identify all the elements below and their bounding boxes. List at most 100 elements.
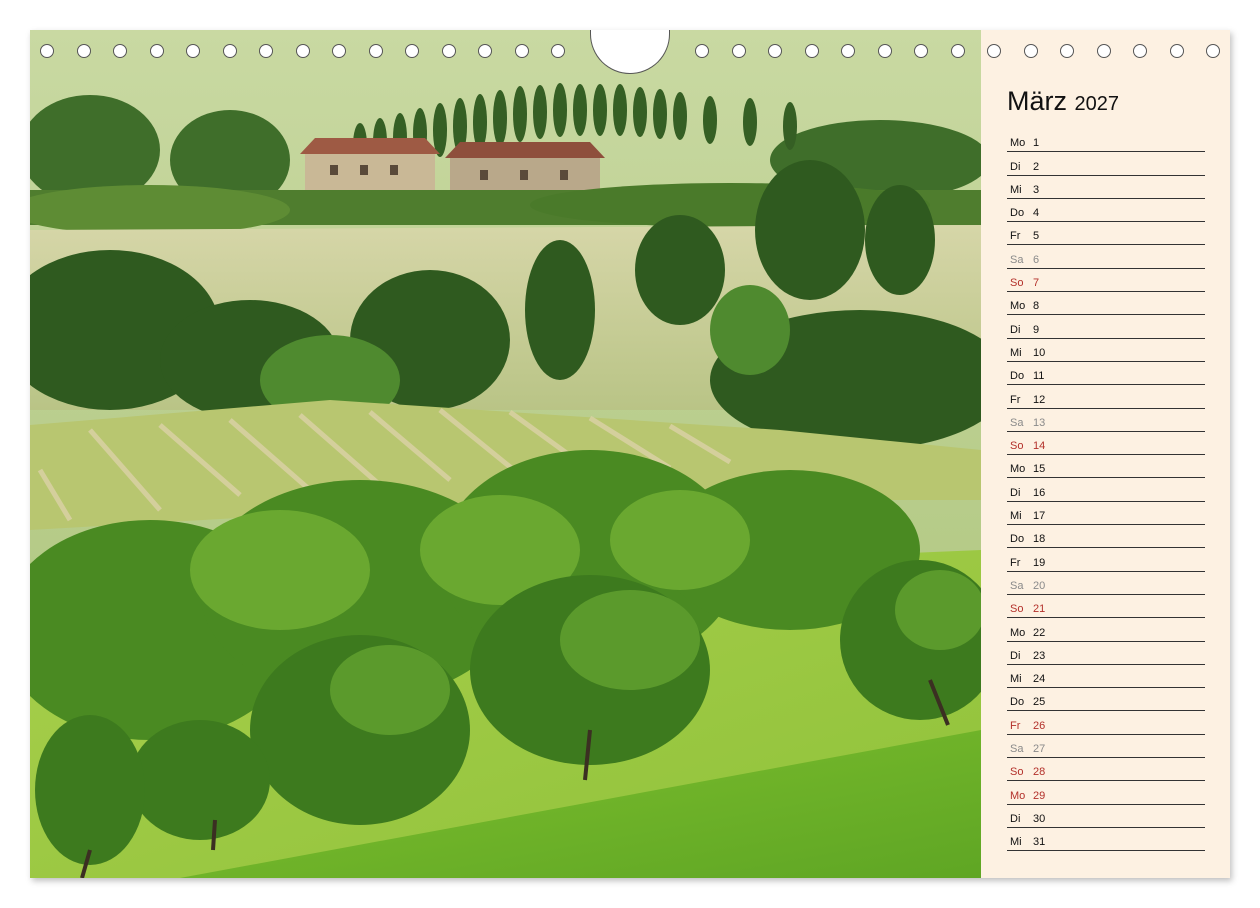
day-row: Di 9 bbox=[1007, 316, 1205, 339]
day-row: Sa 6 bbox=[1007, 246, 1205, 269]
binding-hole bbox=[40, 44, 54, 58]
day-number: 22 bbox=[1033, 626, 1046, 639]
binding-hole bbox=[695, 44, 709, 58]
day-number: 11 bbox=[1033, 370, 1045, 383]
binding-hole bbox=[405, 44, 419, 58]
binding-hole bbox=[113, 44, 127, 58]
binding-hole bbox=[768, 44, 782, 58]
day-number: 3 bbox=[1033, 183, 1040, 196]
weekday-label: Mo bbox=[1010, 300, 1026, 313]
weekday-label: Di bbox=[1010, 649, 1021, 662]
day-row: Di 2 bbox=[1007, 153, 1205, 176]
day-number: 10 bbox=[1033, 346, 1046, 359]
binding-hole bbox=[805, 44, 819, 58]
day-number: 14 bbox=[1033, 440, 1046, 453]
binding-hole bbox=[878, 44, 892, 58]
day-number: 5 bbox=[1033, 230, 1040, 243]
weekday-label: Di bbox=[1010, 160, 1021, 173]
day-number: 20 bbox=[1033, 579, 1046, 592]
day-row: Fr 26 bbox=[1007, 712, 1205, 735]
weekday-label: Di bbox=[1010, 486, 1021, 499]
day-number: 15 bbox=[1033, 463, 1046, 476]
weekday-label: Sa bbox=[1010, 253, 1024, 266]
weekday-label: Mi bbox=[1010, 346, 1022, 359]
day-row: Mo 8 bbox=[1007, 293, 1205, 316]
binding-hole bbox=[1024, 44, 1038, 58]
weekday-label: Fr bbox=[1010, 556, 1021, 569]
day-list: Mo 1 Di 2 Mi 3 Do 4 Fr 5 Sa 6 So 7 Mo 8 Di 9 Mi 10 Do 11 Fr 12 S… bbox=[1007, 130, 1205, 852]
weekday-label: Di bbox=[1010, 323, 1021, 336]
day-number: 16 bbox=[1033, 486, 1046, 499]
weekday-label: Di bbox=[1010, 812, 1021, 825]
day-row: Mo 22 bbox=[1007, 619, 1205, 642]
weekday-label: Do bbox=[1010, 207, 1025, 220]
day-row: Mi 31 bbox=[1007, 829, 1205, 852]
day-number: 12 bbox=[1033, 393, 1046, 406]
calendar-page: März 2027 Mo 1 Di 2 Mi 3 Do 4 Fr 5 Sa 6 So 7 Mo 8 Di 9 Mi 1… bbox=[30, 30, 1230, 878]
weekday-label: Fr bbox=[1010, 230, 1021, 243]
binding-hole bbox=[186, 44, 200, 58]
binding-hole bbox=[296, 44, 310, 58]
day-row: So 21 bbox=[1007, 596, 1205, 619]
weekday-label: Sa bbox=[1010, 416, 1024, 429]
day-number: 8 bbox=[1033, 300, 1040, 313]
day-number: 2 bbox=[1033, 160, 1040, 173]
binding-hole bbox=[914, 44, 928, 58]
binding-hole bbox=[223, 44, 237, 58]
binding-hole bbox=[369, 44, 383, 58]
day-row: So 14 bbox=[1007, 433, 1205, 456]
weekday-label: So bbox=[1010, 440, 1024, 453]
day-number: 17 bbox=[1033, 510, 1046, 523]
day-row: Mo 1 bbox=[1007, 130, 1205, 153]
day-number: 26 bbox=[1033, 719, 1046, 732]
binding-hole bbox=[951, 44, 965, 58]
day-row: So 28 bbox=[1007, 759, 1205, 782]
weekday-label: Mo bbox=[1010, 463, 1026, 476]
binding-hole bbox=[551, 44, 565, 58]
binding-hole bbox=[442, 44, 456, 58]
weekday-label: Mo bbox=[1010, 789, 1026, 802]
day-number: 30 bbox=[1033, 812, 1046, 825]
day-row: Sa 27 bbox=[1007, 736, 1205, 759]
weekday-label: Mi bbox=[1010, 510, 1022, 523]
binding-hole bbox=[1097, 44, 1111, 58]
day-number: 24 bbox=[1033, 673, 1046, 686]
weekday-label: Fr bbox=[1010, 719, 1021, 732]
day-number: 13 bbox=[1033, 416, 1046, 429]
day-row: Di 23 bbox=[1007, 643, 1205, 665]
day-number: 19 bbox=[1033, 556, 1046, 569]
day-number: 9 bbox=[1033, 323, 1040, 336]
weekday-label: Mi bbox=[1010, 673, 1022, 686]
weekday-label: Mi bbox=[1010, 836, 1022, 849]
day-row: Mo 15 bbox=[1007, 456, 1205, 479]
weekday-label: So bbox=[1010, 277, 1024, 290]
weekday-label: Sa bbox=[1010, 579, 1024, 592]
weekday-label: Do bbox=[1010, 370, 1025, 383]
binding-hole bbox=[987, 44, 1001, 58]
month-title: März 2027 bbox=[1007, 86, 1119, 117]
day-number: 27 bbox=[1033, 743, 1046, 756]
day-number: 29 bbox=[1033, 789, 1046, 802]
day-row: Fr 12 bbox=[1007, 386, 1205, 409]
day-row: Sa 20 bbox=[1007, 573, 1205, 595]
binding-hole bbox=[1170, 44, 1184, 58]
day-row: Di 16 bbox=[1007, 479, 1205, 502]
landscape-photo bbox=[30, 30, 981, 878]
binding-hole bbox=[478, 44, 492, 58]
day-number: 25 bbox=[1033, 696, 1046, 709]
weekday-label: Mi bbox=[1010, 183, 1022, 196]
binding-hole bbox=[732, 44, 746, 58]
weekday-label: So bbox=[1010, 766, 1024, 779]
day-row: So 7 bbox=[1007, 270, 1205, 293]
binding-hole bbox=[1206, 44, 1220, 58]
day-row: Mo 29 bbox=[1007, 782, 1205, 805]
day-row: Do 4 bbox=[1007, 200, 1205, 223]
weekday-label: Mo bbox=[1010, 137, 1026, 150]
day-row: Do 11 bbox=[1007, 363, 1205, 386]
day-row: Di 30 bbox=[1007, 806, 1205, 828]
day-number: 31 bbox=[1033, 836, 1046, 849]
day-row: Do 18 bbox=[1007, 526, 1205, 549]
weekday-label: Do bbox=[1010, 696, 1025, 709]
day-row: Mi 17 bbox=[1007, 503, 1205, 526]
day-row: Mi 3 bbox=[1007, 177, 1205, 199]
